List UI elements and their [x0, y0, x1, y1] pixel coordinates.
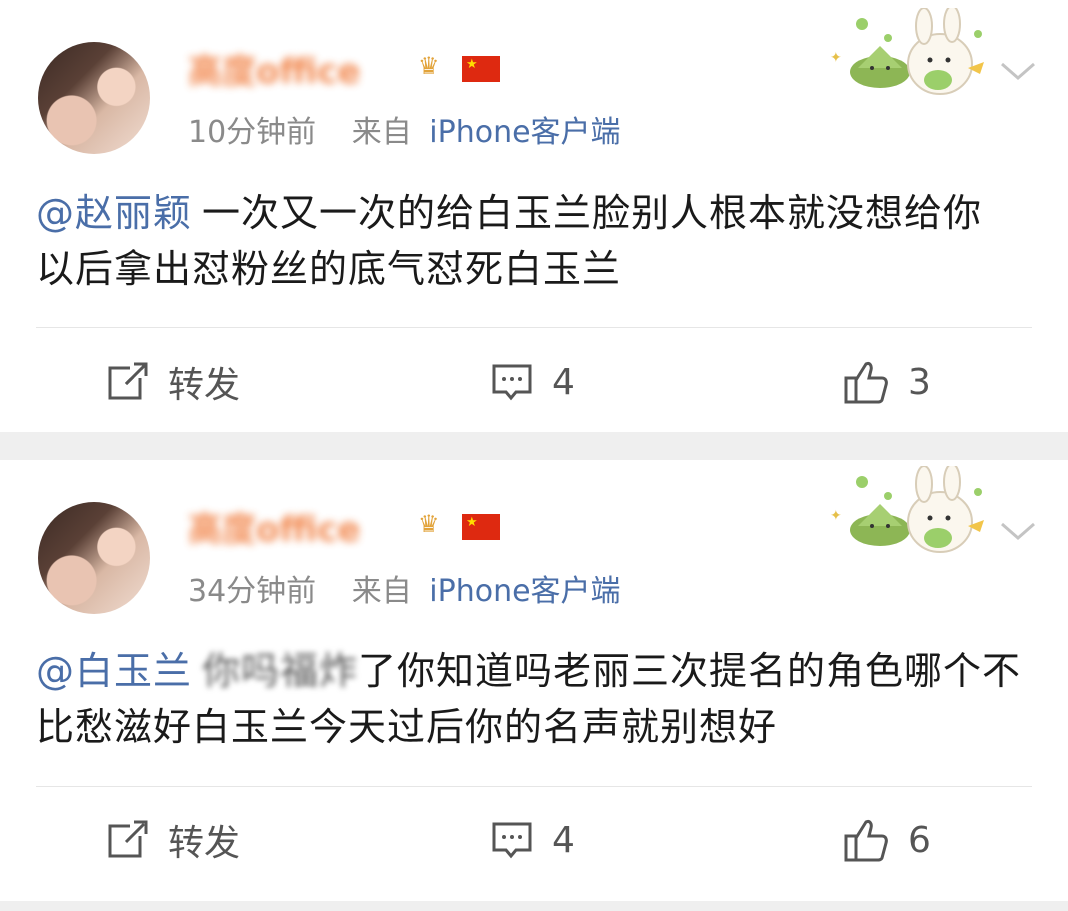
divider — [36, 327, 1032, 328]
crown-badge-icon: ♛ — [418, 52, 440, 80]
post-content: @赵丽颖 一次又一次的给白玉兰脸别人根本就没想给你 以后拿出怼粉丝的底气怼死白玉兰 — [36, 185, 1026, 297]
thumbs-up-icon — [842, 358, 890, 406]
chevron-down-icon[interactable] — [998, 56, 1038, 86]
repost-label: 转发 — [168, 365, 241, 406]
comment-button[interactable]: 4 — [490, 810, 575, 870]
post-separator — [0, 432, 1068, 460]
crown-badge-icon: ♛ — [418, 510, 440, 538]
svg-text:✦: ✦ — [830, 50, 842, 66]
post-meta: 34分钟前 来自 iPhone客户端 — [188, 572, 621, 612]
avatar[interactable] — [38, 502, 150, 614]
like-count: 6 — [908, 819, 931, 861]
mention-link[interactable]: @赵丽颖 — [36, 191, 192, 235]
weibo-post-1: 高度office ♛ ★ 10分钟前 来自 iPhone客户端 ✦ @赵丽颖 一次… — [0, 0, 1068, 432]
post-meta: 10分钟前 来自 iPhone客户端 — [188, 113, 621, 153]
comment-button[interactable]: 4 — [490, 352, 575, 412]
action-bar: 转发 4 3 — [0, 352, 1068, 412]
china-flag-icon: ★ — [462, 56, 500, 82]
comment-count: 4 — [552, 819, 575, 861]
repost-button[interactable]: 转发 — [106, 810, 240, 870]
repost-label: 转发 — [168, 823, 241, 864]
comment-bubble-icon — [490, 360, 534, 404]
divider — [36, 786, 1032, 787]
bunny-zongzi-sticker: ✦ — [828, 463, 998, 558]
source-prefix: 来自 — [351, 115, 412, 150]
source-client[interactable]: iPhone客户端 — [429, 574, 620, 609]
post-content: @白玉兰 你吗福炸了你知道吗老丽三次提名的角色哪个不比愁滋好白玉兰今天过后你的名声… — [36, 643, 1026, 755]
source-client[interactable]: iPhone客户端 — [429, 115, 620, 150]
chevron-down-icon[interactable] — [998, 516, 1038, 546]
edit-share-icon — [106, 360, 150, 404]
post-separator — [0, 901, 1068, 911]
post-time: 34分钟前 — [188, 574, 317, 609]
action-bar: 转发 4 6 — [0, 810, 1068, 870]
comment-count: 4 — [552, 361, 575, 403]
mention-link[interactable]: @白玉兰 — [36, 649, 192, 693]
bunny-zongzi-sticker: ✦ — [828, 5, 998, 100]
thumbs-up-icon — [842, 816, 890, 864]
like-button[interactable]: 3 — [842, 352, 931, 412]
weibo-post-2: 高度office ♛ ★ 34分钟前 来自 iPhone客户端 ✦ @白玉兰 你… — [0, 460, 1068, 901]
post-time: 10分钟前 — [188, 115, 317, 150]
comment-bubble-icon — [490, 818, 534, 862]
china-flag-icon: ★ — [462, 514, 500, 540]
like-count: 3 — [908, 361, 931, 403]
like-button[interactable]: 6 — [842, 810, 931, 870]
source-prefix: 来自 — [351, 574, 412, 609]
post-text: 了你知道吗老丽三次提名的角色哪个不比愁滋好白玉兰今天过后你的名声就别想好 — [36, 649, 1022, 749]
username[interactable]: 高度office — [188, 510, 458, 550]
post-text-censored: 你吗福炸 — [202, 649, 359, 693]
svg-text:✦: ✦ — [830, 508, 842, 524]
edit-share-icon — [106, 818, 150, 862]
repost-button[interactable]: 转发 — [106, 352, 240, 412]
avatar[interactable] — [38, 42, 150, 154]
